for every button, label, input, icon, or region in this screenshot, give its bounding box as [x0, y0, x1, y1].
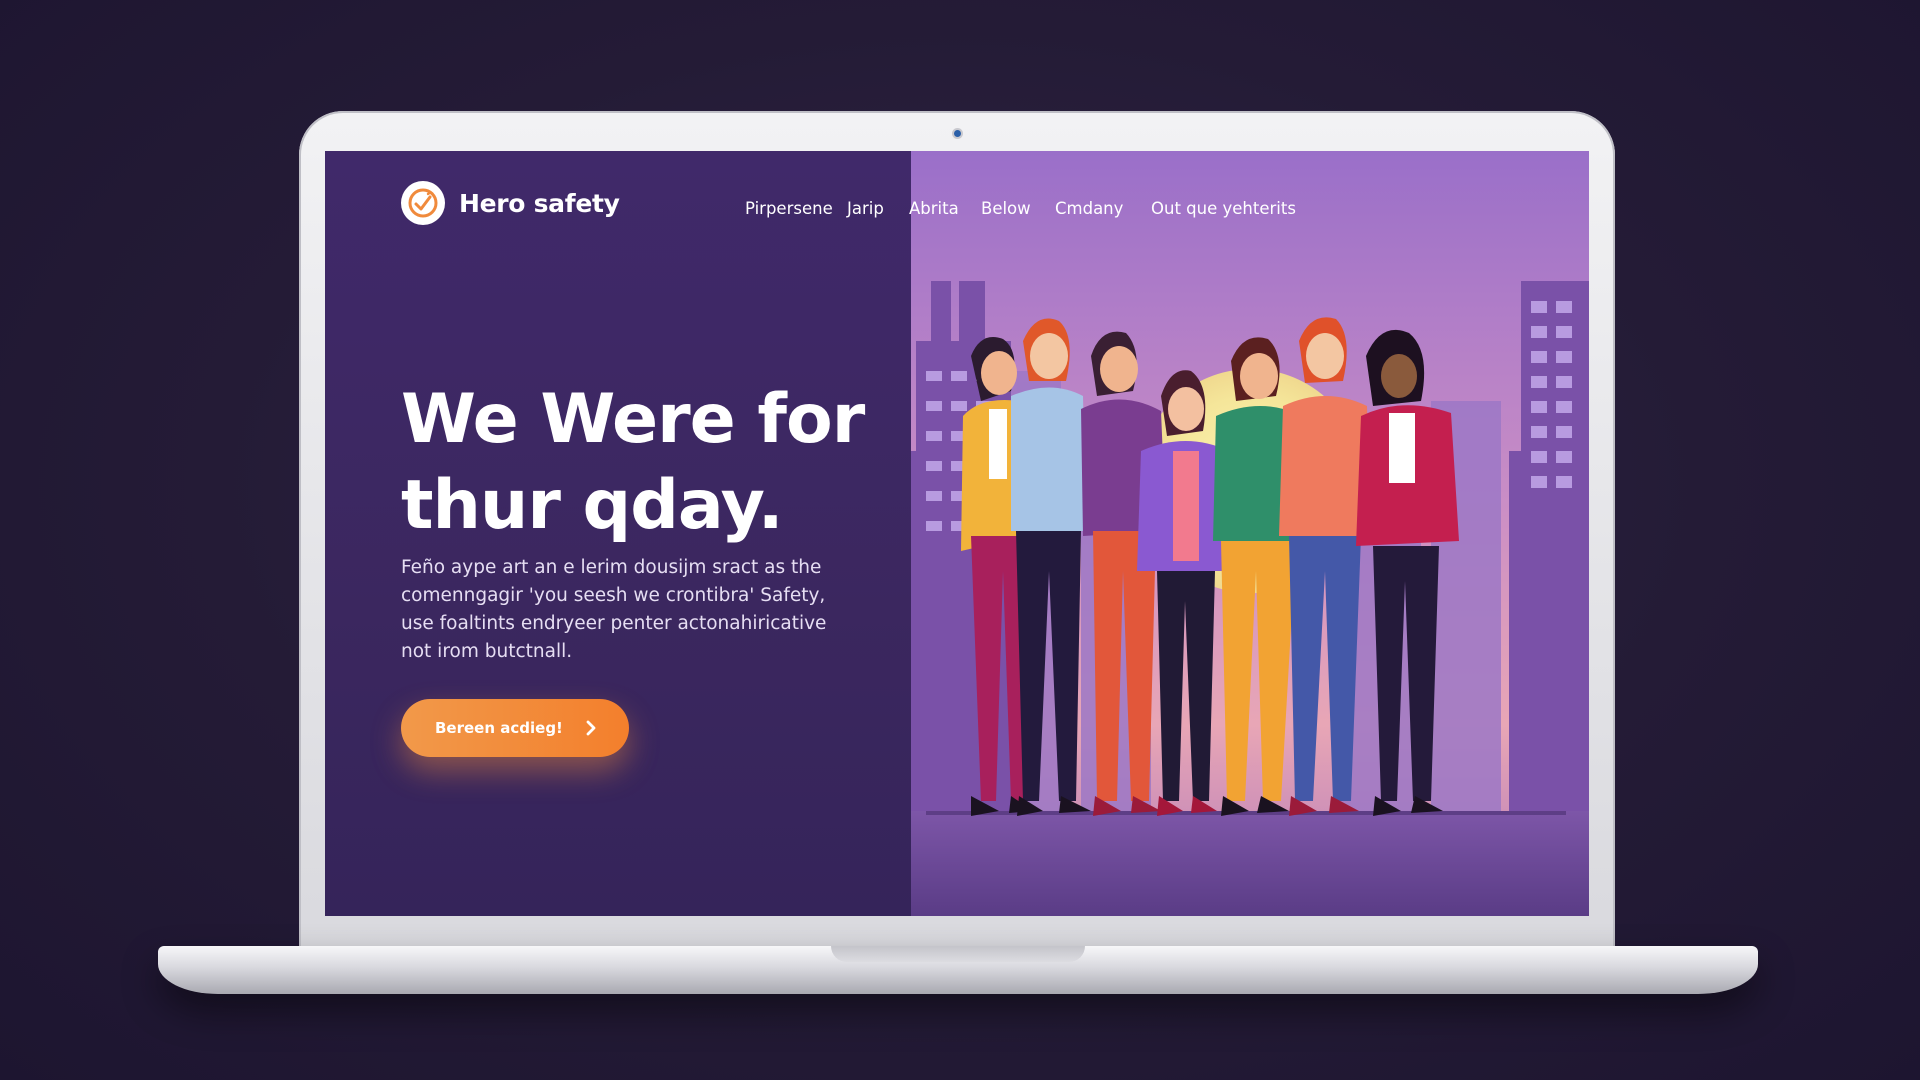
nav-item-3[interactable]: Abrita — [909, 199, 959, 218]
laptop-lid: Hero safety We Were for thur qday. Feño … — [299, 111, 1615, 951]
stage: Hero safety We Were for thur qday. Feño … — [0, 0, 1920, 1080]
laptop-screen: Hero safety We Were for thur qday. Feño … — [325, 151, 1589, 916]
nav-item-6[interactable]: Out que yehterits — [1151, 199, 1296, 218]
headline-line-2: thur qday. — [401, 465, 784, 545]
nav-item-2[interactable]: Jarip — [847, 199, 884, 218]
headline-line-1: We Were for — [401, 379, 865, 459]
cta-button[interactable]: Bereen acdieg! — [401, 699, 629, 757]
chevron-right-icon — [585, 719, 597, 741]
city-skyline-illustration — [911, 151, 1589, 916]
camera-icon — [954, 130, 961, 137]
nav-item-1[interactable]: Pirpersene — [745, 199, 833, 218]
hero-headline: We Were for thur qday. — [401, 377, 881, 549]
hero-left-panel: Hero safety We Were for thur qday. Feño … — [325, 151, 911, 916]
laptop-base — [158, 946, 1758, 994]
nav-item-4[interactable]: Below — [981, 199, 1031, 218]
flame-check-logo-icon — [401, 181, 445, 225]
brand-name: Hero safety — [459, 188, 620, 218]
laptop-notch — [831, 946, 1085, 962]
hero-illustration — [911, 151, 1589, 916]
brand[interactable]: Hero safety — [401, 181, 620, 225]
hero-description: Feño aype art an e lerim dousijm sract a… — [401, 556, 827, 662]
nav-item-5[interactable]: Cmdany — [1055, 199, 1123, 218]
cta-label: Bereen acdieg! — [435, 719, 563, 737]
